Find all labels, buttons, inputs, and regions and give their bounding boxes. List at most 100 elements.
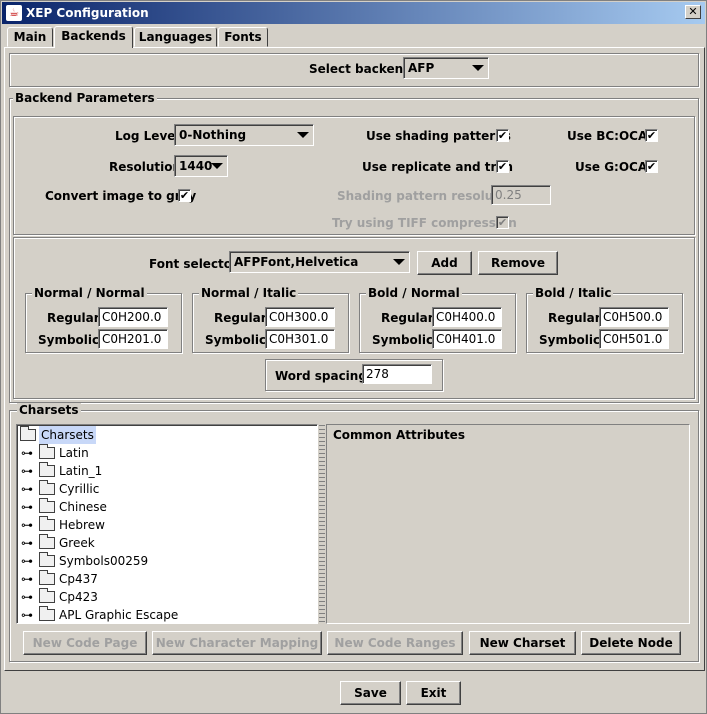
- tree-item-label: Cp437: [59, 572, 98, 586]
- remove-font-button[interactable]: Remove: [478, 251, 558, 275]
- tree-item-label: Greek: [59, 536, 95, 550]
- charsets-title: Charsets: [17, 403, 81, 417]
- use-replicate-label: Use replicate and trim: [362, 160, 514, 174]
- new-code-page-button[interactable]: New Code Page: [23, 631, 147, 655]
- convert-gray-label: Convert image to gray: [45, 189, 197, 203]
- resolution-select[interactable]: 1440: [174, 155, 228, 177]
- log-level-select[interactable]: 0-Nothing: [174, 124, 314, 146]
- expand-key-icon[interactable]: ⊶: [21, 444, 33, 462]
- tree-item-label: Charsets: [39, 426, 96, 444]
- symbolic-font-field[interactable]: C0H201.0: [98, 329, 168, 349]
- regular-font-field[interactable]: C0H400.0: [432, 307, 502, 327]
- expand-key-icon[interactable]: ⊶: [21, 534, 33, 552]
- expand-key-icon[interactable]: ⊶: [21, 516, 33, 534]
- regular-font-field[interactable]: C0H300.0: [265, 307, 335, 327]
- select-backend-label: Select backend: [309, 62, 412, 76]
- use-bc-oca-checkbox[interactable]: ✔: [645, 129, 658, 142]
- symbolic-label: Symbolic:: [38, 333, 104, 347]
- expand-key-icon[interactable]: ⊶: [21, 606, 33, 623]
- convert-gray-checkbox[interactable]: ✔: [178, 189, 191, 202]
- tree-item-label: Symbols00259: [59, 554, 149, 568]
- regular-font-field[interactable]: C0H500.0: [599, 307, 669, 327]
- common-attributes-panel: Common Attributes: [326, 424, 690, 624]
- chevron-down-icon: [211, 163, 223, 169]
- regular-label: Regular:: [47, 311, 105, 325]
- font-group-title: Normal / Italic: [199, 286, 299, 300]
- log-level-label: Log Level: [115, 129, 180, 143]
- tree-item-label: Latin_1: [59, 464, 103, 478]
- expand-key-icon[interactable]: ⊶: [21, 570, 33, 588]
- symbolic-label: Symbolic:: [372, 333, 438, 347]
- folder-icon: [39, 498, 55, 513]
- xep-configuration-window: ☕ XEP Configuration ✕ Main Backends Lang…: [0, 0, 707, 714]
- expand-key-icon[interactable]: ⊶: [21, 480, 33, 498]
- tree-item-label: Chinese: [59, 500, 107, 514]
- new-character-mapping-button[interactable]: New Character Mapping: [152, 631, 322, 655]
- folder-icon: [39, 606, 55, 621]
- use-shading-label: Use shading patterns: [366, 129, 511, 143]
- tree-item-label: APL Graphic Escape: [59, 608, 179, 622]
- use-g-oca-label: Use G:OCA: [575, 160, 648, 174]
- symbolic-label: Symbolic:: [539, 333, 605, 347]
- word-spacing-field[interactable]: 278: [362, 364, 432, 384]
- log-level-value: 0-Nothing: [179, 128, 247, 142]
- regular-font-field[interactable]: C0H200.0: [98, 307, 168, 327]
- expand-key-icon[interactable]: ⊶: [21, 498, 33, 516]
- tiff-compression-checkbox[interactable]: ✔: [496, 216, 509, 229]
- tree-item-label: Hebrew: [59, 518, 105, 532]
- common-attributes-label: Common Attributes: [333, 428, 465, 442]
- title-bar: ☕ XEP Configuration ✕: [2, 2, 705, 24]
- shading-resolution-field[interactable]: 0.25: [491, 185, 551, 205]
- expand-key-icon[interactable]: ⊶: [21, 462, 33, 480]
- folder-icon: [39, 480, 55, 495]
- backend-select-value: AFP: [408, 61, 435, 75]
- add-font-button[interactable]: Add: [417, 251, 472, 275]
- word-spacing-label: Word spacing:: [275, 369, 372, 383]
- chevron-down-icon: [297, 132, 309, 138]
- use-replicate-checkbox[interactable]: ✔: [496, 160, 509, 173]
- save-button[interactable]: Save: [340, 681, 401, 705]
- folder-icon: [39, 516, 55, 531]
- delete-node-button[interactable]: Delete Node: [581, 631, 681, 655]
- font-selector-select[interactable]: AFPFont,Helvetica: [229, 251, 410, 273]
- new-charset-button[interactable]: New Charset: [469, 631, 576, 655]
- expand-key-icon[interactable]: ⊶: [21, 588, 33, 606]
- folder-icon: [39, 552, 55, 567]
- regular-label: Regular:: [381, 311, 439, 325]
- backend-parameters-title: Backend Parameters: [13, 91, 157, 105]
- folder-icon: [39, 534, 55, 549]
- tree-item-label: Cyrillic: [59, 482, 100, 496]
- symbolic-font-field[interactable]: C0H401.0: [432, 329, 502, 349]
- chevron-down-icon: [472, 65, 484, 71]
- symbolic-font-field[interactable]: C0H301.0: [265, 329, 335, 349]
- font-group-title: Bold / Normal: [366, 286, 462, 300]
- charsets-tree[interactable]: Charsets ⊶ Latin ⊶ Latin_1 ⊶ Cyrillic ⊶ …: [16, 424, 318, 624]
- window-title: XEP Configuration: [26, 6, 149, 20]
- folder-icon: [20, 426, 36, 441]
- backend-select[interactable]: AFP: [403, 57, 489, 79]
- folder-icon: [39, 444, 55, 459]
- split-pane-divider[interactable]: [319, 424, 325, 624]
- use-bc-oca-label: Use BC:OCA: [567, 129, 648, 143]
- tab-languages[interactable]: Languages: [134, 27, 217, 47]
- regular-label: Regular:: [548, 311, 606, 325]
- symbolic-font-field[interactable]: C0H501.0: [599, 329, 669, 349]
- new-code-ranges-button[interactable]: New Code Ranges: [327, 631, 463, 655]
- resolution-label: Resolution: [109, 160, 182, 174]
- tab-main[interactable]: Main: [7, 27, 53, 47]
- tab-fonts[interactable]: Fonts: [218, 27, 268, 47]
- font-group-title: Normal / Normal: [32, 286, 147, 300]
- font-selector-label: Font selector: [149, 257, 238, 271]
- tab-backends[interactable]: Backends: [54, 26, 133, 48]
- folder-icon: [39, 588, 55, 603]
- expand-key-icon[interactable]: ⊶: [21, 552, 33, 570]
- exit-button[interactable]: Exit: [406, 681, 461, 705]
- symbolic-label: Symbolic:: [205, 333, 271, 347]
- use-g-oca-checkbox[interactable]: ✔: [645, 160, 658, 173]
- close-icon[interactable]: ✕: [685, 5, 701, 19]
- tiff-compression-label: Try using TIFF compression: [332, 216, 517, 230]
- tree-item-label: Latin: [59, 446, 89, 460]
- folder-icon: [39, 462, 55, 477]
- font-selector-value: AFPFont,Helvetica: [234, 255, 359, 269]
- use-shading-checkbox[interactable]: ✔: [496, 129, 509, 142]
